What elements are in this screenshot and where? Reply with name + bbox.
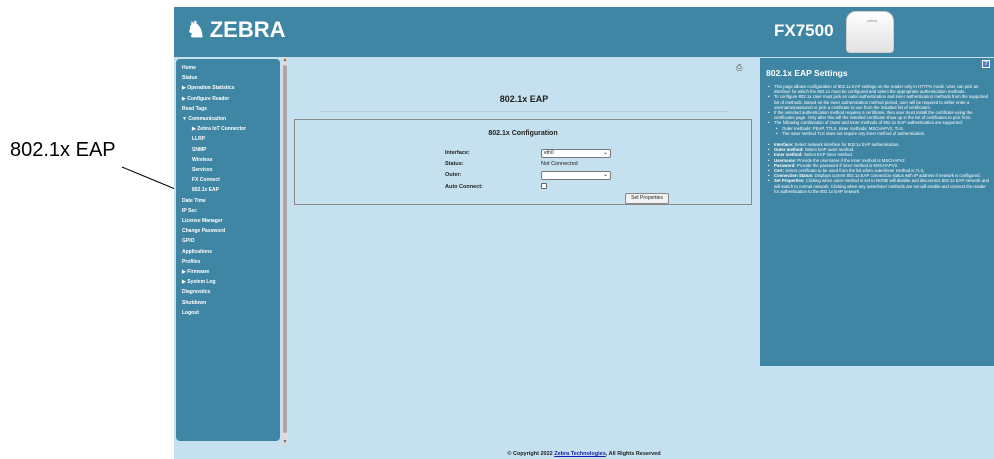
sidebar-item-read-tags[interactable]: Read Tags — [182, 104, 280, 114]
model-name: FX7500 — [774, 21, 834, 40]
scrollbar-thumb[interactable] — [283, 65, 287, 433]
sidebar-item-snmp[interactable]: SNMP — [182, 145, 280, 155]
sidebar-item-802-1x-eap[interactable]: 802.1x EAP — [182, 185, 280, 195]
app-window: ♞ ZEBRA FX7500 zebra Home Status ▶ Operati… — [174, 7, 994, 459]
outer-label: Outer: — [445, 172, 462, 178]
footer-suffix: , All Rights Reserved — [605, 451, 661, 457]
help-field-text: Clicking when outer method is set to NON… — [774, 178, 989, 194]
interface-select[interactable]: eth0 ⌄ — [541, 149, 611, 158]
interface-label: Interface: — [445, 150, 470, 156]
callout-label: 802.1x EAP — [10, 139, 116, 161]
sidebar-item-date-time[interactable]: Date Time — [182, 196, 280, 206]
sidebar-item-gpio[interactable]: GPIO — [182, 236, 280, 246]
sidebar-item-fx-connect[interactable]: FX Connect — [182, 175, 280, 185]
help-intro-list: This page allows configuration of 802.1x… — [764, 84, 990, 136]
config-title: 802.1x Configuration — [488, 130, 558, 137]
status-label: Status: — [445, 161, 464, 167]
sidebar-item-operation-statistics[interactable]: ▶ Operation Statistics — [182, 83, 280, 93]
help-bullet: To configure 802.1x User must pick an ou… — [768, 94, 990, 110]
app-header: ♞ ZEBRA FX7500 zebra — [174, 7, 994, 57]
outer-row: Outer: ⌄ — [445, 171, 611, 181]
help-field-item: Set Properties: Clicking when outer meth… — [768, 178, 990, 194]
scroll-down-arrow-icon[interactable]: ▼ — [282, 439, 288, 445]
chevron-down-icon: ⌄ — [602, 172, 608, 178]
page-title: 802.1x EAP — [499, 94, 549, 104]
sidebar-item-logout[interactable]: Logout — [182, 308, 280, 318]
zebra-logo: ♞ ZEBRA — [186, 17, 286, 43]
help-bullet: If the selected authentication method re… — [768, 110, 990, 120]
sidebar-item-applications[interactable]: Applications — [182, 247, 280, 257]
sidebar-item-change-password[interactable]: Change Password — [182, 226, 280, 236]
reader-device-image: zebra — [846, 11, 894, 53]
config-panel: 802.1x Configuration Interface: eth0 ⌄ S… — [294, 119, 752, 205]
sidebar-nav: Home Status ▶ Operation Statistics ▶ Config… — [176, 59, 280, 441]
help-sub-bullet: The outer method TLS does not require an… — [768, 131, 990, 136]
sidebar-item-system-log[interactable]: ▶ System Log — [182, 277, 280, 287]
interface-value: eth0 — [544, 150, 554, 156]
sidebar-item-status[interactable]: Status — [182, 73, 280, 83]
sidebar-item-diagnostics[interactable]: Diagnostics — [182, 287, 280, 297]
sidebar-item-ip-sec[interactable]: IP Sec — [182, 206, 280, 216]
device-logo: zebra — [867, 18, 878, 23]
set-properties-button[interactable]: Set Properties — [625, 193, 669, 204]
sidebar-item-home[interactable]: Home — [182, 63, 280, 73]
help-title: 802.1x EAP Settings — [766, 68, 848, 78]
zebra-head-icon: ♞ — [186, 17, 206, 42]
print-icon[interactable]: ⎙ — [736, 63, 742, 73]
sidebar-item-communication[interactable]: ▼ Communication — [182, 114, 280, 124]
help-question-icon[interactable]: ? — [982, 60, 990, 68]
sidebar-item-wireless[interactable]: Wireless — [182, 155, 280, 165]
sidebar-item-firmware[interactable]: ▶ Firmware — [182, 267, 280, 277]
sidebar-item-services[interactable]: Services — [182, 165, 280, 175]
auto-connect-checkbox[interactable] — [541, 183, 547, 189]
status-value: Not Connected — [541, 161, 578, 167]
sidebar-item-llrp[interactable]: LLRP — [182, 134, 280, 144]
footer-prefix: © Copyright 2022 — [507, 451, 555, 457]
sidebar-item-zebra-iot-connector[interactable]: ▶ Zebra IoT Connector — [182, 124, 280, 134]
zebra-link[interactable]: Zebra Technologies — [554, 451, 606, 457]
sidebar-item-profiles[interactable]: Profiles — [182, 257, 280, 267]
sidebar-item-license-manager[interactable]: License Manager — [182, 216, 280, 226]
scroll-up-arrow-icon[interactable]: ▲ — [282, 57, 288, 63]
sidebar-item-configure-reader[interactable]: ▶ Configure Reader — [182, 94, 280, 104]
main-content: ⎙ 802.1x EAP 802.1x Configuration Interf… — [290, 59, 756, 441]
help-field-list: Interface: Select network interface for … — [764, 142, 990, 194]
interface-row: Interface: eth0 ⌄ — [445, 149, 611, 159]
logo-text: ZEBRA — [209, 17, 286, 42]
vertical-scrollbar[interactable]: ▲ ▼ — [282, 57, 288, 445]
outer-select[interactable]: ⌄ — [541, 171, 611, 180]
title-divider — [320, 111, 728, 112]
chevron-down-icon: ⌄ — [602, 150, 608, 156]
footer: © Copyright 2022 Zebra Technologies, All… — [174, 451, 994, 457]
help-bullet: This page allows configuration of 802.1x… — [768, 84, 990, 94]
auto-connect-label: Auto Connect: — [445, 184, 483, 190]
sidebar-item-shutdown[interactable]: Shutdown — [182, 298, 280, 308]
help-panel: ? 802.1x EAP Settings This page allows c… — [760, 58, 994, 366]
